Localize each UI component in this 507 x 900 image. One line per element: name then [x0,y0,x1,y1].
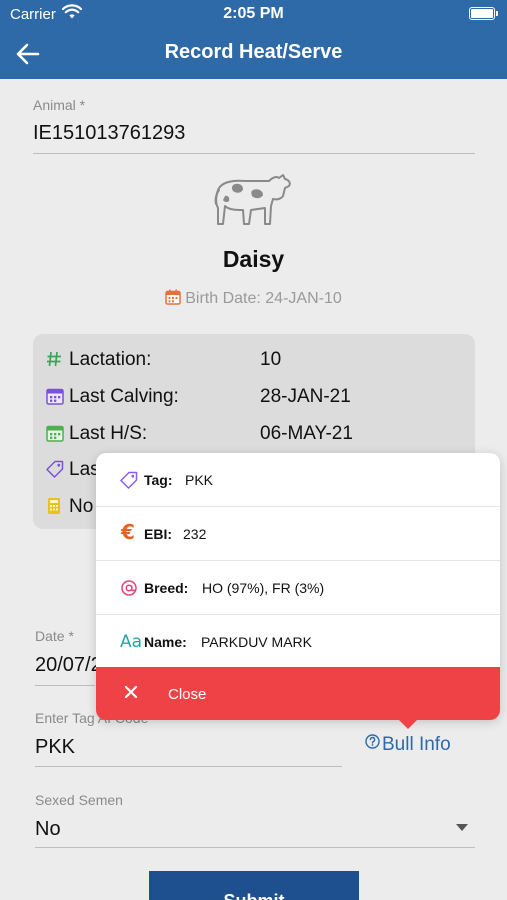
animal-label: Animal * [33,97,86,113]
tag-ai-underline [35,766,342,767]
nav-bar: Record Heat/Serve [0,28,507,79]
font-icon: Aa [120,631,142,654]
close-icon [124,685,138,704]
sexed-semen-underline [35,847,475,848]
popover-row-ebi: € EBI: 232 [96,507,500,561]
date-input[interactable]: 20/07/2 [35,654,102,677]
svg-text:€: € [120,521,135,543]
page-title: Record Heat/Serve [164,41,343,63]
tag-icon [120,471,138,492]
popover-label: Tag: [144,472,173,488]
calculator-icon [46,497,62,521]
popover-value: HO (97%), FR (3%) [202,580,325,596]
popover-row-name: Aa Name: PARKDUV MARK [96,615,500,669]
hash-icon [46,350,62,374]
cow-icon [213,172,295,235]
animal-input[interactable]: IE151013761293 [33,122,185,145]
sexed-semen-select[interactable]: No [35,818,61,841]
calendar-icon [46,387,64,411]
stat-label: Lactation: [69,349,152,370]
at-icon [120,579,138,600]
svg-text:Aa: Aa [120,632,142,651]
submit-button[interactable]: Submit [149,871,359,900]
animal-underline [33,153,475,154]
popover-value: 232 [183,526,207,542]
stat-label: No [69,496,94,517]
bull-info-link[interactable]: Bull Info [365,733,451,756]
popover-label: Breed: [144,580,189,596]
animal-name: Daisy [222,246,285,272]
stat-value: 10 [260,349,282,370]
bull-info-label: Bull Info [382,734,451,755]
close-button[interactable]: Close [96,667,500,720]
popover-pointer [399,720,417,729]
sexed-semen-label: Sexed Semen [35,792,123,808]
bull-info-popover: Tag: PKK € EBI: 232 Breed: HO (97%), FR … [96,453,500,729]
status-bar: Carrier 2:05 PM [0,0,507,28]
stat-label: Last Calving: [69,386,179,407]
help-circle-icon [365,733,380,755]
tag-icon [46,460,64,484]
close-label: Close [168,686,207,703]
popover-label: EBI: [144,526,172,542]
stat-value: 06-MAY-21 [260,423,353,444]
calendar-icon [165,289,181,310]
stat-label: Last H/S: [69,423,148,444]
popover-row-tag: Tag: PKK [96,453,500,507]
status-time: 2:05 PM [223,5,284,22]
dropdown-arrow-icon[interactable] [456,824,468,831]
birth-date-text: Birth Date: 24-JAN-10 [185,290,342,307]
euro-icon: € [120,520,138,546]
stat-value: 28-JAN-21 [260,386,351,407]
date-label: Date * [35,628,74,644]
birth-date: Birth Date: 24-JAN-10 [0,289,507,310]
date-underline [35,685,95,686]
popover-value: PARKDUV MARK [201,634,312,650]
calendar-icon [46,424,64,448]
popover-value: PKK [185,472,214,488]
popover-label: Name: [144,634,187,650]
battery-icon [469,7,498,20]
popover-row-breed: Breed: HO (97%), FR (3%) [96,561,500,615]
tag-ai-input[interactable]: PKK [35,736,75,759]
